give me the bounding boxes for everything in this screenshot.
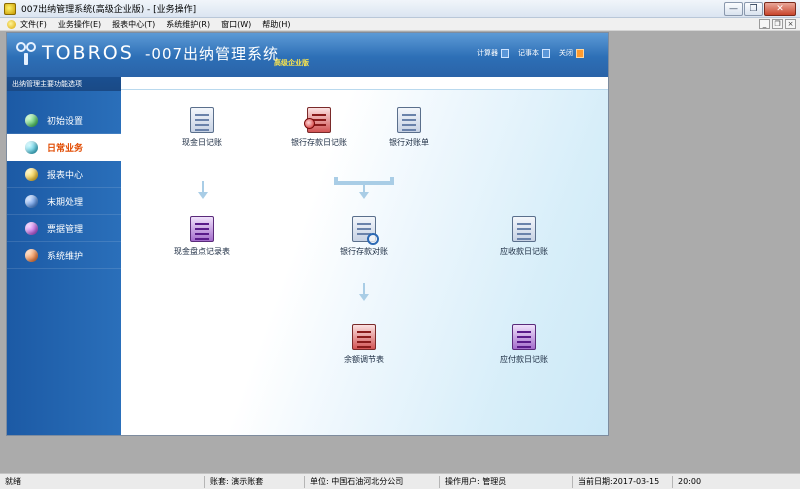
- purple-ball-icon: [25, 221, 38, 235]
- notepad-icon: [542, 48, 550, 58]
- sidebar-item-report-center[interactable]: 报表中心: [7, 161, 121, 188]
- cash-count-icon: [190, 216, 214, 242]
- bank-journal-icon: [304, 107, 331, 133]
- close-link[interactable]: 关闭: [559, 48, 584, 58]
- brand-name: TOBROS: [42, 42, 134, 64]
- cyan-ball-icon: [25, 140, 38, 154]
- logo-icon: [16, 40, 38, 66]
- mdi-controls: _ ❐ ×: [759, 19, 796, 29]
- close-window-button[interactable]: ✕: [764, 2, 796, 16]
- notepad-link[interactable]: 记事本: [518, 48, 550, 58]
- mdi-restore-button[interactable]: ❐: [772, 19, 783, 29]
- receivable-journal-icon: [512, 216, 536, 242]
- sidebar-item-initial-setup[interactable]: 初始设置: [7, 107, 121, 134]
- product-name: -007出纳管理系统: [145, 45, 280, 63]
- menu-business[interactable]: 业务操作(E): [58, 19, 101, 30]
- mdi-child-icon[interactable]: [7, 19, 16, 29]
- app-icon: [4, 2, 16, 15]
- bank-statement-label: 银行对账单: [389, 138, 429, 147]
- status-account: 账套: 演示账套: [205, 475, 305, 488]
- receivable-journal-label: 应收款日记账: [500, 247, 548, 256]
- content-top-strip: [121, 77, 608, 90]
- sidebar-item-daily-business[interactable]: 日常业务: [7, 134, 121, 161]
- bank-reconcile-node[interactable]: 银行存款对账: [319, 216, 409, 257]
- sidebar-title: 出纳管理主要功能选项: [7, 77, 121, 91]
- bank-journal-node[interactable]: 银行存款日记账: [274, 107, 364, 148]
- bank-statement-node[interactable]: 银行对账单: [364, 107, 454, 148]
- cash-journal-icon: [190, 107, 214, 133]
- payable-journal-icon: [512, 324, 536, 350]
- green-ball-icon: [25, 113, 38, 127]
- arrow-to-balance-adjust: [359, 283, 369, 301]
- cash-journal-label: 现金日记账: [182, 138, 222, 147]
- restore-button[interactable]: ❐: [744, 2, 763, 16]
- menu-reports[interactable]: 报表中心(T): [112, 19, 155, 30]
- blue-ball-icon: [25, 194, 38, 208]
- mdi-close-button[interactable]: ×: [785, 19, 796, 29]
- app-header: TOBROS -007出纳管理系统 高级企业版 计算器 记事本 关闭: [7, 33, 608, 77]
- menu-file[interactable]: 文件(F): [20, 19, 47, 30]
- close-icon: [576, 48, 584, 58]
- window-controls: — ❐ ✕: [724, 2, 796, 16]
- window-title: 007出纳管理系统(高级企业版) - [业务操作]: [21, 5, 197, 15]
- status-user: 操作用户: 管理员: [440, 475, 573, 488]
- sidebar-item-period-end[interactable]: 末期处理: [7, 188, 121, 215]
- flow-content: 现金日记账 银行存款日记账 银行对账单 现金盘点记录表 银行存款对账 应收款日记…: [121, 77, 608, 435]
- arrow-cash-to-count: [198, 181, 208, 199]
- bank-reconcile-icon: [352, 216, 379, 245]
- edition-label: 高级企业版: [274, 59, 309, 67]
- yellow-ball-icon: [25, 167, 38, 181]
- header-links: 计算器 记事本 关闭: [477, 48, 584, 58]
- balance-adjust-icon: [352, 324, 376, 350]
- status-time: 20:00: [678, 476, 702, 486]
- menu-system[interactable]: 系统维护(R): [166, 19, 210, 30]
- menu-help[interactable]: 帮助(H): [262, 19, 290, 30]
- menu-bar: 文件(F) 业务操作(E) 报表中心(T) 系统维护(R) 窗口(W) 帮助(H…: [0, 18, 800, 31]
- minimize-button[interactable]: —: [724, 2, 743, 16]
- sidebar-menu: 初始设置 日常业务 报表中心 末期处理 票据管理 系统维护: [7, 107, 121, 269]
- cash-count-node[interactable]: 现金盘点记录表: [157, 216, 247, 257]
- calculator-link[interactable]: 计算器: [477, 48, 509, 58]
- orange-ball-icon: [25, 248, 38, 262]
- status-date: 当前日期:2017-03-15: [573, 475, 673, 488]
- payable-journal-node[interactable]: 应付款日记账: [479, 324, 569, 365]
- receivable-journal-node[interactable]: 应收款日记账: [479, 216, 569, 257]
- cash-journal-node[interactable]: 现金日记账: [157, 107, 247, 148]
- status-state: 就绪: [0, 475, 205, 488]
- arrow-to-reconcile: [359, 183, 369, 199]
- business-operations-window: TOBROS -007出纳管理系统 高级企业版 计算器 记事本 关闭 出纳管理主…: [6, 32, 609, 436]
- payable-journal-label: 应付款日记账: [500, 355, 548, 364]
- balance-adjust-label: 余额调节表: [344, 355, 384, 364]
- bank-journal-label: 银行存款日记账: [291, 138, 347, 147]
- bank-statement-icon: [397, 107, 421, 133]
- balance-adjust-node[interactable]: 余额调节表: [319, 324, 409, 365]
- status-unit: 单位: 中国石油河北分公司: [305, 475, 440, 488]
- status-bar: 就绪 账套: 演示账套 单位: 中国石油河北分公司 操作用户: 管理员 当前日期…: [0, 473, 800, 489]
- sidebar-item-bill-management[interactable]: 票据管理: [7, 215, 121, 242]
- mdi-minimize-button[interactable]: _: [759, 19, 770, 29]
- sidebar-item-system-maintenance[interactable]: 系统维护: [7, 242, 121, 269]
- bank-reconcile-label: 银行存款对账: [340, 247, 388, 256]
- cash-count-label: 现金盘点记录表: [174, 247, 230, 256]
- calculator-icon: [501, 48, 509, 58]
- title-bar: 007出纳管理系统(高级企业版) - [业务操作] — ❐ ✕: [0, 0, 800, 18]
- bracket-right-leg: [390, 177, 394, 183]
- menu-window[interactable]: 窗口(W): [221, 19, 251, 30]
- sidebar: 出纳管理主要功能选项 初始设置 日常业务 报表中心 末期处理 票据管理 系统维护: [7, 77, 121, 435]
